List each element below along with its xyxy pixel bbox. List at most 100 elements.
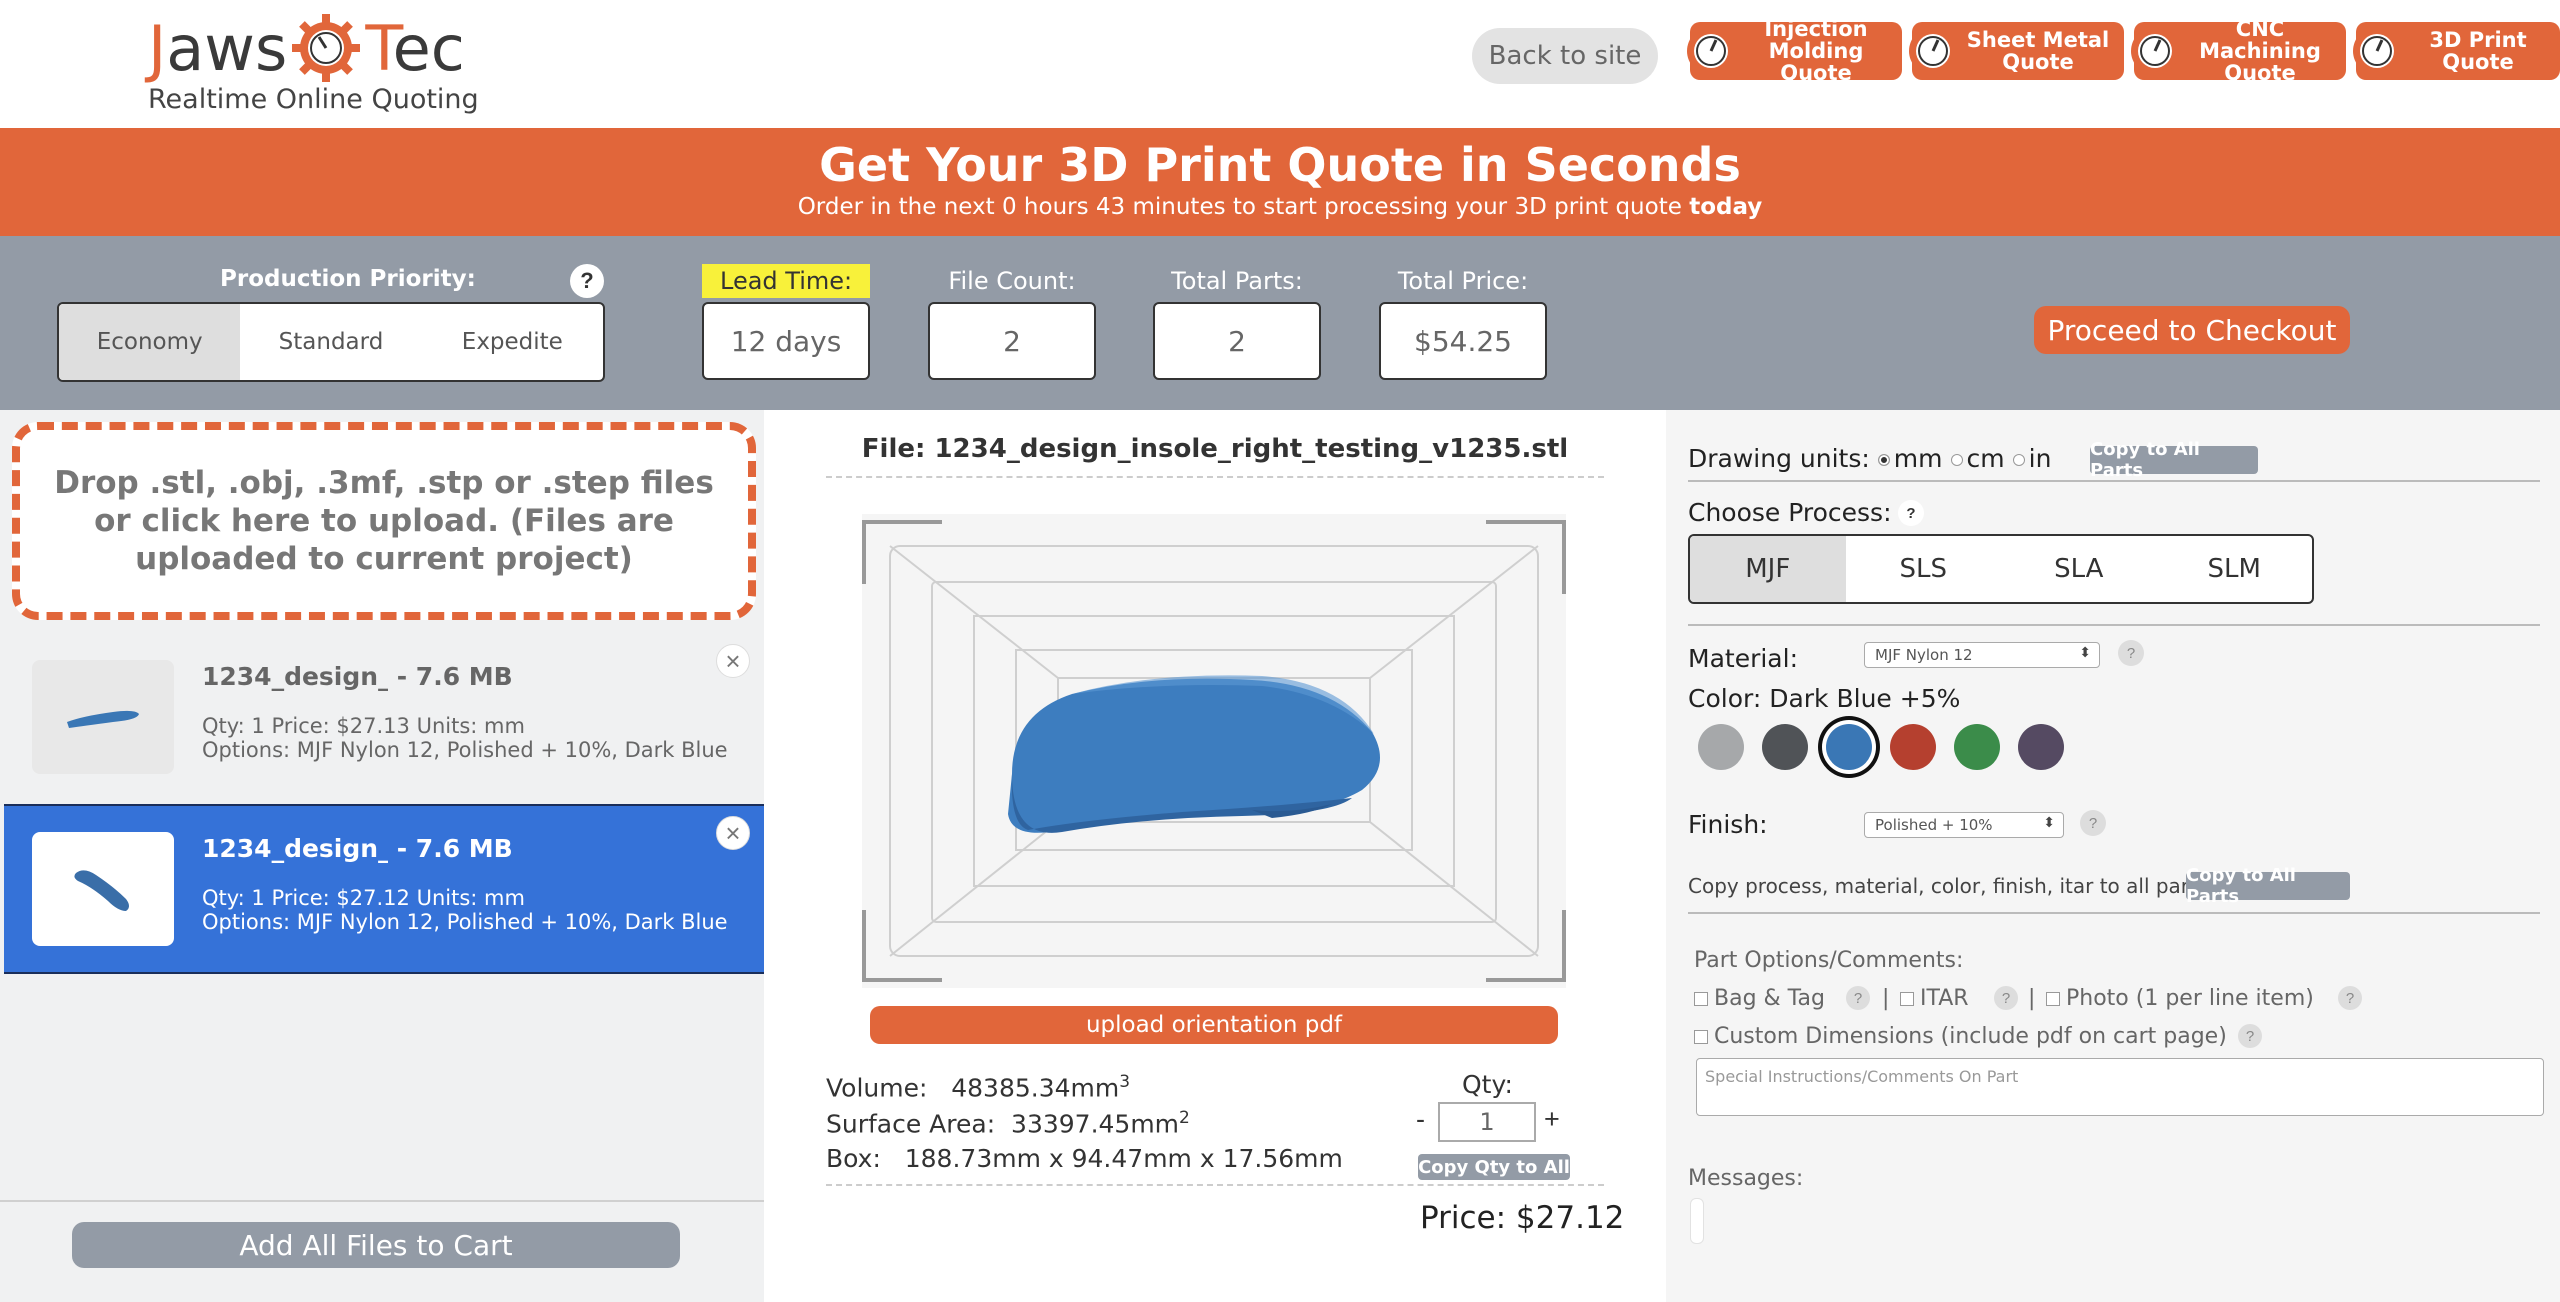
copy-process-to-all-parts-button[interactable]: Copy to All Parts bbox=[2186, 865, 2350, 907]
color-swatch-dark-gray[interactable] bbox=[1762, 724, 1808, 770]
file-thumbnail bbox=[32, 660, 174, 774]
logo-text-right: Tec bbox=[365, 11, 465, 85]
gauge-icon bbox=[2353, 27, 2401, 75]
part-options-label: Part Options/Comments: bbox=[1694, 948, 1964, 973]
part-configuration-panel: Drawing units: mm cm in Copy to All Parts C… bbox=[1666, 410, 2560, 1302]
bag-tag-checkbox[interactable] bbox=[1694, 992, 1708, 1006]
color-swatch-purple[interactable] bbox=[2018, 724, 2064, 770]
gauge-icon bbox=[1687, 27, 1735, 75]
file-name: 1234_design_insole_right_testing_v1235.s… bbox=[202, 662, 513, 691]
part-options-row: Bag & Tag bbox=[1694, 986, 1825, 1011]
photo-option: Photo (1 per line item) bbox=[2046, 986, 2314, 1011]
divider bbox=[0, 1200, 764, 1202]
special-instructions-textarea[interactable]: Special Instructions/Comments On Part bbox=[1696, 1058, 2544, 1116]
part-price: Price: $27.12 bbox=[1420, 1200, 1625, 1236]
production-priority-selector: Economy Standard Expedite bbox=[57, 302, 605, 382]
file-list-item-selected[interactable]: 1234_design_insole_right_testing_v1235.s… bbox=[4, 804, 764, 974]
logo-text-left: Jaws bbox=[148, 11, 288, 85]
total-price-stat: Total Price: $54.25 bbox=[1379, 264, 1547, 380]
units-cm-radio[interactable] bbox=[1950, 454, 1963, 466]
color-label: Color: Dark Blue +5% bbox=[1688, 684, 1961, 713]
logo[interactable]: Jaws Tec Realtime Online Quoting bbox=[148, 11, 479, 116]
copy-qty-to-all-button[interactable]: Copy Qty to All bbox=[1418, 1154, 1570, 1180]
header: Jaws Tec Realtime Online Quoting Back to… bbox=[0, 0, 2560, 128]
process-sls[interactable]: SLS bbox=[1846, 536, 2002, 602]
finish-label: Finish: bbox=[1688, 810, 1768, 839]
file-count-value: 2 bbox=[928, 302, 1096, 380]
file-list-item[interactable]: 1234_design_insole_right_testing_v1235.s… bbox=[4, 634, 764, 804]
remove-file-icon[interactable]: × bbox=[716, 816, 750, 850]
process-help-icon[interactable]: ? bbox=[1898, 500, 1924, 526]
process-selector: MJF SLS SLA SLM bbox=[1688, 534, 2314, 604]
custom-dimensions-help-icon[interactable]: ? bbox=[2238, 1024, 2262, 1048]
file-list-panel: Drop .stl, .obj, .3mf, .stp or .step fil… bbox=[0, 410, 764, 1302]
color-swatch-dark-blue[interactable] bbox=[1826, 724, 1872, 770]
priority-expedite[interactable]: Expedite bbox=[422, 304, 603, 380]
remove-file-icon[interactable]: × bbox=[716, 644, 750, 678]
part-viewer-panel: File: 1234_design_insole_right_testing_v… bbox=[764, 410, 1666, 1302]
priority-economy[interactable]: Economy bbox=[59, 304, 241, 380]
priority-standard[interactable]: Standard bbox=[240, 304, 421, 380]
quantity-decrement-button[interactable]: - bbox=[1416, 1104, 1425, 1135]
total-parts-value: 2 bbox=[1153, 302, 1321, 380]
messages-box[interactable] bbox=[1690, 1198, 1704, 1244]
quantity-input[interactable]: 1 bbox=[1438, 1102, 1536, 1142]
process-mjf[interactable]: MJF bbox=[1690, 536, 1846, 602]
file-options: Options: MJF Nylon 12, Polished + 10%, D… bbox=[202, 738, 728, 762]
custom-dimensions-option: Custom Dimensions (include pdf on cart p… bbox=[1694, 1024, 2227, 1049]
choose-process-label: Choose Process: bbox=[1688, 498, 1892, 527]
surface-area-metric: Surface Area: 33397.45mm2 bbox=[826, 1108, 1190, 1139]
file-options: Options: MJF Nylon 12, Polished + 10%, D… bbox=[202, 910, 728, 934]
units-in-radio[interactable] bbox=[2012, 454, 2025, 466]
volume-metric: Volume: 48385.34mm3 bbox=[826, 1072, 1131, 1103]
sheet-metal-quote-button[interactable]: Sheet Metal Quote bbox=[1909, 22, 2124, 80]
total-parts-stat: Total Parts: 2 bbox=[1153, 264, 1321, 380]
quantity-increment-button[interactable]: + bbox=[1544, 1104, 1560, 1135]
option-separator: | bbox=[1882, 986, 1890, 1011]
itar-help-icon[interactable]: ? bbox=[1994, 986, 2018, 1010]
priority-help-icon[interactable]: ? bbox=[570, 264, 604, 298]
custom-dimensions-checkbox[interactable] bbox=[1694, 1030, 1708, 1044]
copy-units-to-all-parts-button[interactable]: Copy to All Parts bbox=[2090, 439, 2258, 481]
color-swatch-red[interactable] bbox=[1890, 724, 1936, 770]
proceed-to-checkout-button[interactable]: Proceed to Checkout bbox=[2034, 306, 2350, 354]
file-upload-dropzone[interactable]: Drop .stl, .obj, .3mf, .stp or .step fil… bbox=[12, 422, 756, 620]
select-arrows-icon: ⬍ bbox=[2043, 815, 2055, 831]
finish-select[interactable]: Polished + 10% ⬍ bbox=[1864, 812, 2064, 838]
material-select[interactable]: MJF Nylon 12 ⬍ bbox=[1864, 642, 2100, 668]
injection-molding-quote-button[interactable]: Injection Molding Quote bbox=[1687, 18, 1902, 84]
file-details: Qty: 1 Price: $27.12 Units: mm bbox=[202, 886, 525, 910]
units-mm-radio[interactable] bbox=[1877, 454, 1890, 466]
file-thumbnail bbox=[32, 832, 174, 946]
color-swatch-gray[interactable] bbox=[1698, 724, 1744, 770]
drawing-units: Drawing units: mm cm in bbox=[1688, 444, 2052, 473]
process-slm[interactable]: SLM bbox=[2157, 536, 2313, 602]
add-all-files-to-cart-button[interactable]: Add All Files to Cart bbox=[72, 1222, 680, 1268]
bag-tag-help-icon[interactable]: ? bbox=[1846, 986, 1870, 1010]
total-price-value: $54.25 bbox=[1379, 302, 1547, 380]
photo-help-icon[interactable]: ? bbox=[2338, 986, 2362, 1010]
option-separator: | bbox=[2028, 986, 2036, 1011]
promo-banner: Get Your 3D Print Quote in Seconds Order… bbox=[0, 128, 2560, 236]
divider bbox=[1688, 912, 2540, 914]
itar-checkbox[interactable] bbox=[1900, 992, 1914, 1006]
upload-orientation-pdf-button[interactable]: upload orientation pdf bbox=[870, 1006, 1558, 1044]
material-label: Material: bbox=[1688, 644, 1798, 673]
insole-thumbnail-icon bbox=[74, 870, 129, 911]
lead-time-stat: Lead Time: 12 days bbox=[702, 264, 871, 380]
gauge-icon bbox=[1909, 27, 1957, 75]
divider bbox=[826, 476, 1604, 478]
quantity-label: Qty: bbox=[1462, 1070, 1513, 1099]
3d-model-viewer[interactable] bbox=[862, 514, 1566, 988]
file-name: 1234_design_insole_right_testing_v1235.s… bbox=[202, 834, 513, 863]
finish-help-icon[interactable]: ? bbox=[2080, 810, 2106, 836]
back-to-site-button[interactable]: Back to site bbox=[1472, 28, 1658, 84]
photo-checkbox[interactable] bbox=[2046, 992, 2060, 1006]
3d-print-quote-button[interactable]: 3D Print Quote bbox=[2353, 22, 2560, 80]
material-help-icon[interactable]: ? bbox=[2118, 640, 2144, 666]
color-swatch-green[interactable] bbox=[1954, 724, 2000, 770]
cnc-machining-quote-button[interactable]: CNC Machining Quote bbox=[2131, 18, 2346, 84]
process-sla[interactable]: SLA bbox=[2001, 536, 2157, 602]
divider bbox=[826, 1184, 1604, 1186]
3d-viewport bbox=[862, 514, 1566, 988]
